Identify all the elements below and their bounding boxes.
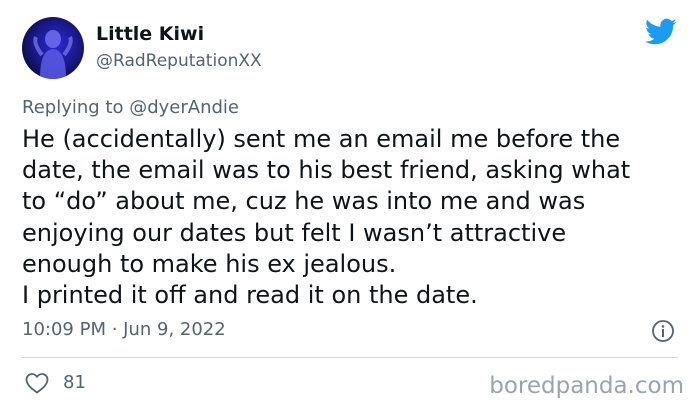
replying-to: Replying to @dyerAndie: [22, 96, 239, 120]
info-icon[interactable]: [651, 319, 675, 343]
avatar[interactable]: [22, 17, 84, 79]
like-count[interactable]: 81: [63, 371, 86, 395]
tweet-timestamp[interactable]: 10:09 PM · Jun 9, 2022: [22, 318, 226, 342]
reply-prefix: Replying to: [22, 97, 130, 118]
reply-mention-link[interactable]: @dyerAndie: [129, 97, 239, 118]
tweet-text: He (accidentally) sent me an email me be…: [22, 125, 631, 310]
divider: [22, 357, 678, 358]
heart-icon[interactable]: [25, 372, 49, 394]
twitter-bird-icon[interactable]: [645, 18, 677, 46]
author-name[interactable]: Little Kiwi: [96, 22, 204, 46]
avatar-image: [33, 30, 73, 79]
watermark: boredpanda.com: [489, 373, 684, 399]
author-handle[interactable]: @RadReputationXX: [96, 50, 262, 72]
